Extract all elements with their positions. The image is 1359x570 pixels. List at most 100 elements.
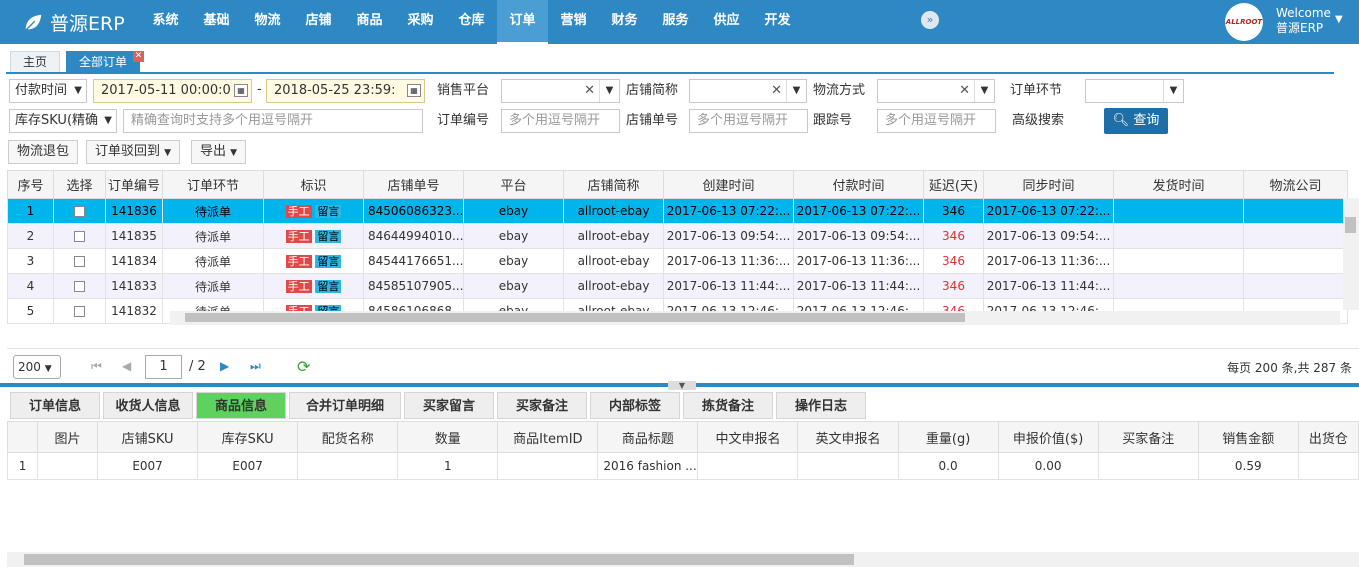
order-no-input[interactable]: 多个用逗号隔开 xyxy=(501,109,620,133)
nav-item-1[interactable]: 基础 xyxy=(191,0,242,44)
table-row[interactable]: 2 141835 待派单 手工 留言 84644994010... ebay allroot… xyxy=(7,223,1348,249)
column-header[interactable]: 延迟(天) xyxy=(923,170,984,199)
column-header[interactable]: 配货名称 xyxy=(297,421,399,453)
detail-tab-6[interactable]: 内部标签 xyxy=(590,392,680,419)
row-checkbox[interactable] xyxy=(53,273,106,299)
column-header[interactable]: 选择 xyxy=(53,170,106,199)
app-logo[interactable]: 普源ERP xyxy=(22,9,125,36)
column-header[interactable]: 平台 xyxy=(463,170,564,199)
column-header[interactable]: 商品标题 xyxy=(597,421,699,453)
page-size-select[interactable]: 200 ▼ xyxy=(13,355,61,379)
nav-item-5[interactable]: 采购 xyxy=(395,0,446,44)
chevron-down-icon[interactable]: ▼ xyxy=(1335,14,1343,25)
column-header[interactable]: 发货时间 xyxy=(1113,170,1244,199)
column-header[interactable]: 图片 xyxy=(37,421,99,453)
table-row[interactable]: 1 E007 E007 1 2016 fashion ... 0.0 0.00 … xyxy=(6,452,1359,480)
message-tag: 留言 xyxy=(315,205,342,218)
column-header[interactable]: 店铺简称 xyxy=(563,170,664,199)
column-header[interactable]: 同步时间 xyxy=(983,170,1114,199)
vertical-scrollbar[interactable] xyxy=(1343,198,1359,310)
column-header[interactable]: 买家备注 xyxy=(1097,421,1199,453)
detail-tab-3[interactable]: 合并订单明细 xyxy=(289,392,401,419)
column-header[interactable]: 订单编号 xyxy=(105,170,163,199)
table-row[interactable]: 4 141833 待派单 手工 留言 84585107905... ebay allroot… xyxy=(7,273,1348,299)
platform-select[interactable]: ✕ ▼ xyxy=(501,79,620,103)
row-checkbox[interactable] xyxy=(53,298,106,324)
table-row[interactable]: 1 141836 待派单 手工 留言 84506086323... ebay allroot… xyxy=(7,198,1348,224)
next-page-icon[interactable]: ▶ xyxy=(220,359,229,373)
detail-tab-5[interactable]: 买家备注 xyxy=(497,392,587,419)
detail-tab-4[interactable]: 买家留言 xyxy=(404,392,494,419)
expand-icon[interactable]: » xyxy=(921,11,939,29)
column-header[interactable]: 英文申报名 xyxy=(797,421,899,453)
detail-tab-2[interactable]: 商品信息 xyxy=(196,392,286,419)
column-header[interactable]: 店铺SKU xyxy=(97,421,199,453)
nav-item-8[interactable]: 营销 xyxy=(548,0,599,44)
sku-type-select[interactable]: 库存SKU(精确 ▼ xyxy=(9,109,117,133)
row-checkbox[interactable] xyxy=(53,248,106,274)
tab-all-orders[interactable]: 全部订单 xyxy=(66,51,141,72)
detail-tab-0[interactable]: 订单信息 xyxy=(10,392,100,419)
detail-tab-1[interactable]: 收货人信息 xyxy=(103,392,193,419)
shop-select[interactable]: ✕ ▼ xyxy=(689,79,807,103)
column-header[interactable]: 付款时间 xyxy=(793,170,924,199)
shop-order-input[interactable]: 多个用逗号隔开 xyxy=(689,109,808,133)
order-reject-button[interactable]: 订单驳回到 ▼ xyxy=(86,140,181,164)
stage-select[interactable]: ▼ xyxy=(1085,79,1184,103)
nav-item-12[interactable]: 开发 xyxy=(752,0,803,44)
refresh-icon[interactable]: ⟳ xyxy=(297,357,310,376)
row-checkbox[interactable] xyxy=(53,198,106,224)
scroll-thumb[interactable] xyxy=(185,313,965,322)
column-header[interactable]: 数量 xyxy=(397,421,499,453)
prev-page-icon[interactable]: ◀ xyxy=(122,359,131,373)
date-from-input[interactable]: 2017-05-11 00:00:0 ▦ xyxy=(93,79,252,103)
nav-item-10[interactable]: 服务 xyxy=(650,0,701,44)
logistics-return-button[interactable]: 物流退包 xyxy=(8,140,79,164)
column-header[interactable]: 创建时间 xyxy=(663,170,794,199)
column-header[interactable]: 序号 xyxy=(7,170,54,199)
page-input[interactable]: 1 xyxy=(145,355,182,379)
nav-item-3[interactable]: 店铺 xyxy=(293,0,344,44)
query-button[interactable]: 🔍︎ 查询 xyxy=(1104,108,1168,134)
date-to-input[interactable]: 2018-05-25 23:59: ▦ xyxy=(266,79,425,103)
sku-input[interactable]: 精确查询时支持多个用逗号隔开 xyxy=(123,109,423,133)
detail-tab-7[interactable]: 拣货备注 xyxy=(683,392,773,419)
column-header[interactable]: 物流公司 xyxy=(1243,170,1348,199)
nav-item-6[interactable]: 仓库 xyxy=(446,0,497,44)
nav-item-4[interactable]: 商品 xyxy=(344,0,395,44)
column-header[interactable]: 订单环节 xyxy=(162,170,264,199)
nav-item-9[interactable]: 财务 xyxy=(599,0,650,44)
logistics-select[interactable]: ✕ ▼ xyxy=(877,79,995,103)
clear-icon: ✕ xyxy=(584,83,595,98)
platform-label: 销售平台 xyxy=(437,83,490,98)
export-button[interactable]: 导出 ▼ xyxy=(191,140,247,164)
column-header[interactable]: 出货仓 xyxy=(1297,421,1359,453)
advanced-search-link[interactable]: 高级搜索 xyxy=(1012,109,1064,133)
nav-item-0[interactable]: 系统 xyxy=(140,0,191,44)
nav-item-2[interactable]: 物流 xyxy=(242,0,293,44)
nav-item-7[interactable]: 订单 xyxy=(497,0,548,44)
column-header[interactable]: 商品ItemID xyxy=(497,421,599,453)
column-header[interactable]: 销售金额 xyxy=(1197,421,1299,453)
close-icon[interactable]: ✕ xyxy=(133,51,144,62)
avatar[interactable]: ALLROOT xyxy=(1225,3,1263,41)
column-header[interactable]: 申报价值($) xyxy=(997,421,1099,453)
column-header[interactable]: 店铺单号 xyxy=(363,170,464,199)
tracking-input[interactable]: 多个用逗号隔开 xyxy=(877,109,996,133)
nav-item-11[interactable]: 供应 xyxy=(701,0,752,44)
table-row[interactable]: 3 141834 待派单 手工 留言 84544176651... ebay allroot… xyxy=(7,248,1348,274)
collapse-icon[interactable]: ▼ xyxy=(668,381,696,390)
column-header[interactable]: 标识 xyxy=(263,170,364,199)
column-header[interactable]: 重量(g) xyxy=(897,421,999,453)
row-checkbox[interactable] xyxy=(53,223,106,249)
scroll-thumb[interactable] xyxy=(24,554,854,565)
column-header[interactable]: 库存SKU xyxy=(197,421,299,453)
tab-home[interactable]: 主页 xyxy=(10,51,61,72)
detail-tab-8[interactable]: 操作日志 xyxy=(776,392,866,419)
scroll-thumb[interactable] xyxy=(1345,217,1356,233)
column-header[interactable]: 中文申报名 xyxy=(697,421,799,453)
column-header[interactable] xyxy=(6,421,39,453)
last-page-icon[interactable]: ⏭ xyxy=(250,359,261,374)
first-page-icon[interactable]: ⏮ xyxy=(91,359,102,374)
time-type-select[interactable]: 付款时间 ▼ xyxy=(9,79,87,103)
